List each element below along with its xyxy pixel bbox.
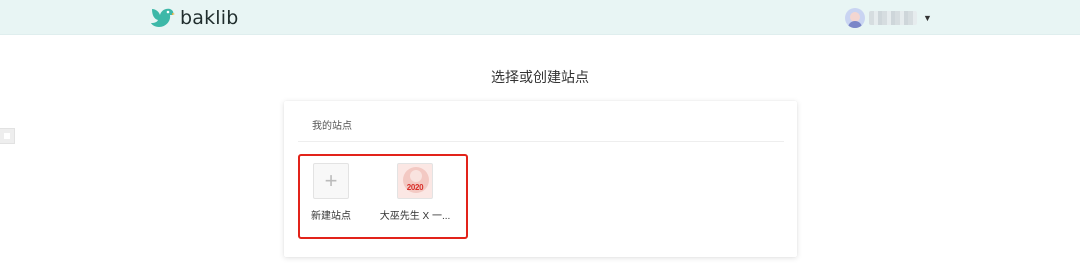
new-site-label: 新建站点: [311, 211, 351, 222]
bird-logo-icon: [151, 8, 175, 27]
brand-logo[interactable]: baklib: [149, 6, 239, 30]
page-title: 选择或创建站点: [491, 69, 589, 85]
my-sites-label: 我的站点: [312, 121, 352, 132]
side-handle[interactable]: [0, 128, 15, 144]
site-item[interactable]: 2020 大巫先生 X 一...: [370, 163, 460, 222]
new-site-button[interactable]: + 新建站点: [306, 163, 356, 222]
plus-icon: +: [324, 168, 338, 193]
username-blurred: [869, 11, 917, 25]
user-menu[interactable]: ▼: [845, 7, 932, 29]
avatar[interactable]: [845, 8, 865, 28]
caret-down-icon[interactable]: ▼: [923, 13, 932, 23]
divider: [298, 141, 784, 142]
site-thumbnail[interactable]: 2020: [397, 163, 433, 199]
top-navbar: baklib ▼: [0, 0, 1080, 35]
site-name: 大巫先生 X 一...: [379, 211, 451, 222]
thumbnail-year: 2020: [406, 183, 424, 192]
sites-card: 我的站点 + 新建站点 2020 大巫先生 X 一...: [284, 101, 797, 257]
brand-name: baklib: [180, 7, 239, 29]
new-site-tile[interactable]: +: [313, 163, 349, 199]
